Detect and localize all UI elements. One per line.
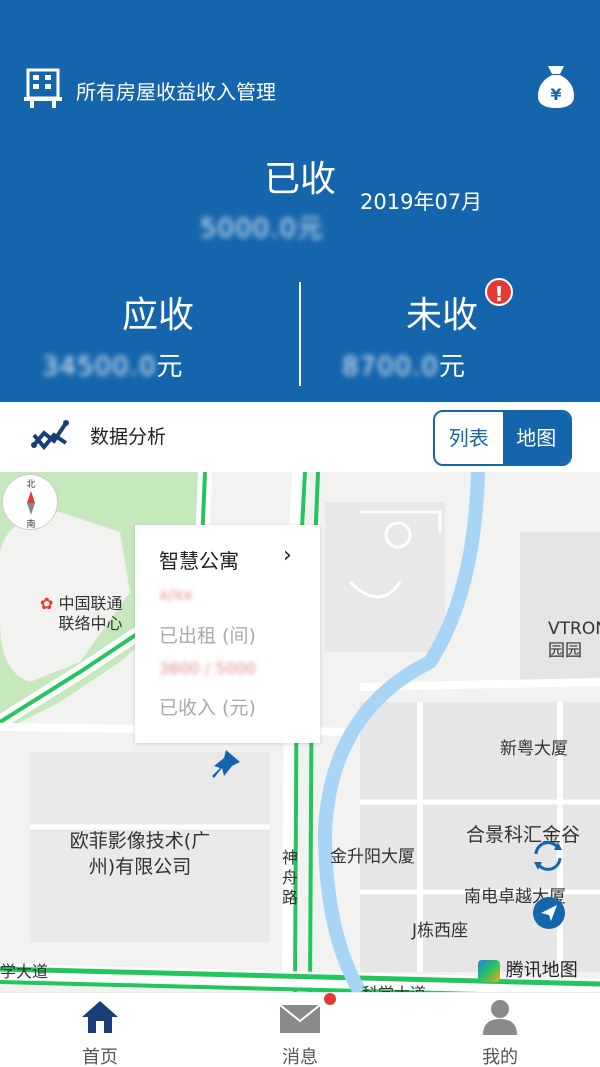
- map-provider-logo: 腾讯地图: [478, 956, 578, 982]
- money-bag-icon[interactable]: ¥: [534, 62, 578, 110]
- poi-jinshengyang[interactable]: 金升阳大厦: [330, 842, 415, 867]
- road-shenzhou: 神舟路: [282, 848, 299, 907]
- line-chart-icon[interactable]: [30, 415, 70, 455]
- nav-messages-label: 消息: [282, 1047, 318, 1067]
- home-icon: [82, 1001, 118, 1033]
- popup-rented-label: 已出租 (间): [159, 625, 256, 647]
- poi-vtron[interactable]: VTRON园园: [548, 618, 600, 662]
- poi-xinyue[interactable]: 新粤大厦: [500, 734, 568, 759]
- compass-north: 北: [26, 479, 35, 490]
- unpaid-unit: 元: [438, 352, 465, 382]
- popup-title: 智慧公寓: [159, 549, 239, 573]
- road-science-avenue-right: 科学大道: [362, 980, 426, 992]
- mail-icon: [279, 1004, 321, 1033]
- received-amount: 5000.0元: [200, 214, 324, 244]
- unpaid-label: 未收: [405, 295, 478, 336]
- nav-messages[interactable]: 消息: [200, 993, 400, 1067]
- poi-j-west[interactable]: J栋西座: [412, 916, 468, 941]
- user-icon: [483, 1000, 517, 1035]
- unpaid-amount: 8700.0: [342, 352, 439, 382]
- popup-income-label: 已收入 (元): [159, 697, 256, 719]
- refresh-icon[interactable]: [530, 838, 566, 874]
- building-icon: [24, 68, 62, 108]
- poi-oufei[interactable]: 欧菲影像技术(广州)有限公司: [60, 828, 220, 880]
- poi-unicom-label: 中国联通联络中心: [58, 594, 123, 633]
- nav-profile[interactable]: 我的: [400, 993, 600, 1067]
- bottom-nav: 首页 消息 我的: [0, 992, 600, 1067]
- map-provider-name: 腾讯地图: [505, 960, 578, 981]
- popup-blurred-1: x/xx: [159, 585, 193, 604]
- page-title: 所有房屋收益收入管理: [76, 80, 276, 104]
- compass-south: 南: [26, 518, 35, 530]
- alert-badge: !: [485, 278, 513, 306]
- compass-needle-icon: 北 南: [26, 479, 35, 530]
- svg-text:¥: ¥: [550, 85, 561, 104]
- data-analysis-link[interactable]: 数据分析: [90, 422, 166, 449]
- poi-unicom[interactable]: ✿ 中国联通联络中心: [40, 594, 131, 634]
- month-selector[interactable]: 2019年07月: [360, 186, 482, 216]
- chevron-right-icon[interactable]: ›: [283, 543, 292, 568]
- popup-blurred-2: 3600 / 5000: [159, 659, 256, 678]
- map-view[interactable]: 北 南 ✿ 中国联通联络中心 VTRON园园 新粤大厦 合景科汇金谷 金升阳大厦…: [0, 472, 600, 992]
- compass[interactable]: 北 南: [2, 474, 58, 530]
- property-popup[interactable]: 智慧公寓 › x/xx 已出租 (间) 3600 / 5000 已收入 (元): [135, 525, 320, 743]
- due-amount: 34500.0: [42, 352, 157, 382]
- due-amount-row: 34500.0元: [42, 346, 183, 383]
- unread-dot: [324, 993, 336, 1005]
- due-unit: 元: [156, 352, 183, 382]
- due-label: 应收: [121, 295, 194, 336]
- nav-home-label: 首页: [82, 1047, 118, 1067]
- locate-icon[interactable]: [532, 896, 566, 930]
- pin-icon[interactable]: [210, 748, 244, 782]
- nav-home[interactable]: 首页: [0, 993, 200, 1067]
- tab-map[interactable]: 地图: [502, 412, 570, 464]
- road-science-avenue-left: 学大道: [0, 962, 49, 981]
- tencent-map-icon: [478, 960, 500, 982]
- summary-header: 所有房屋收益收入管理 ¥ 已收 2019年07月 5000.0元 应收 未收 !…: [0, 0, 600, 402]
- nav-profile-label: 我的: [482, 1047, 518, 1067]
- received-label: 已收: [263, 159, 336, 200]
- view-toggle: 列表 地图: [433, 410, 572, 466]
- analysis-toolbar: 数据分析 列表 地图: [0, 402, 600, 472]
- unpaid-amount-row: 8700.0元: [342, 346, 465, 383]
- tab-list[interactable]: 列表: [435, 412, 503, 464]
